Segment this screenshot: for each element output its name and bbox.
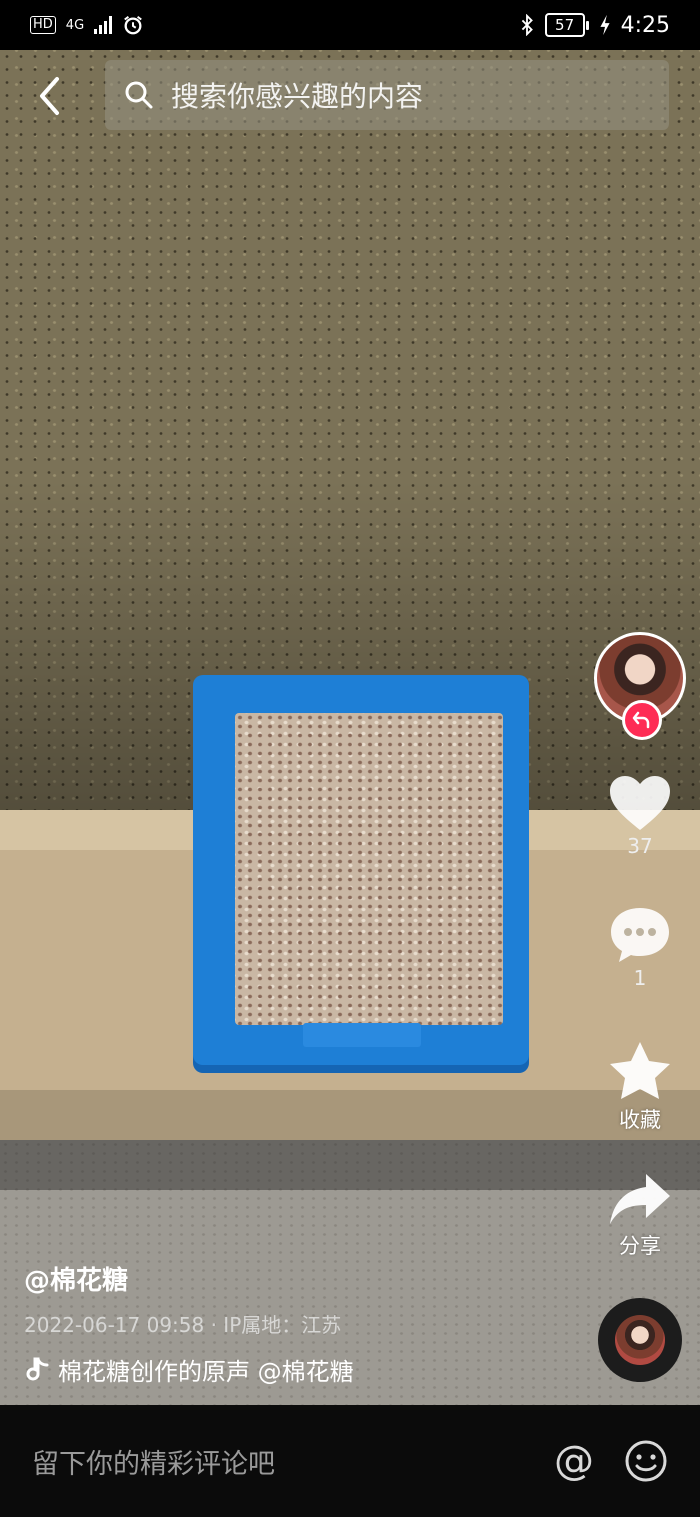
crate-contents [235, 713, 503, 1025]
favorite-button[interactable]: 收藏 [590, 1040, 690, 1134]
back-button[interactable] [30, 74, 70, 118]
emoji-icon[interactable] [624, 1439, 668, 1483]
music-note-icon [26, 1357, 49, 1380]
status-right: 57 4:25 [519, 13, 670, 38]
author-avatar-button[interactable] [594, 632, 686, 740]
status-left: HD 4G [30, 14, 144, 36]
music-disc[interactable] [598, 1298, 682, 1382]
share-button[interactable]: 分享 [590, 1172, 690, 1260]
music-info[interactable]: 棉花糖创作的原声 @棉花糖 [24, 1352, 394, 1387]
comment-bar: 留下你的精彩评论吧 @ [0, 1405, 700, 1517]
search-placeholder: 搜索你感兴趣的内容 [171, 80, 424, 113]
back-icon [40, 77, 59, 115]
comment-input[interactable]: 留下你的精彩评论吧 [32, 1442, 554, 1481]
charging-icon [600, 14, 610, 36]
like-count: 37 [627, 834, 653, 858]
disc-avatar [615, 1315, 665, 1365]
mention-button[interactable]: @ [554, 1441, 594, 1481]
comment-button[interactable]: 1 [590, 904, 690, 990]
comment-count: 1 [633, 966, 647, 990]
follow-button[interactable] [622, 700, 662, 740]
follow-arrow-icon [632, 711, 650, 729]
search-icon [125, 81, 153, 109]
network-type: 4G [65, 17, 85, 33]
hd-indicator: HD [30, 16, 56, 34]
clock: 4:25 [620, 12, 670, 38]
comment-icon [611, 908, 669, 962]
heart-icon [610, 776, 670, 830]
video-info: @棉花糖 2022-06-17 09:58 · IP属地：江苏 棉花糖创作的原声… [24, 1260, 584, 1387]
music-title: 棉花糖创作的原声 @棉花糖 [58, 1358, 354, 1386]
alarm-icon [124, 15, 143, 35]
author-name[interactable]: @棉花糖 [24, 1260, 584, 1297]
battery-indicator: 57 [544, 13, 589, 37]
signal-icon [94, 16, 113, 34]
battery-level: 57 [555, 16, 575, 34]
post-meta: 2022-06-17 09:58 · IP属地：江苏 [24, 1313, 342, 1337]
bluetooth-icon [521, 14, 533, 36]
star-icon [610, 1042, 670, 1099]
share-label: 分享 [619, 1234, 661, 1258]
top-bar: 搜索你感兴趣的内容 [0, 58, 700, 134]
search-bar[interactable]: 搜索你感兴趣的内容 [105, 60, 669, 130]
like-button[interactable]: 37 [590, 774, 690, 858]
share-icon [610, 1174, 670, 1224]
favorite-label: 收藏 [619, 1108, 661, 1132]
status-bar: HD 4G 57 4:25 [0, 0, 700, 50]
blue-crate [193, 675, 529, 1065]
